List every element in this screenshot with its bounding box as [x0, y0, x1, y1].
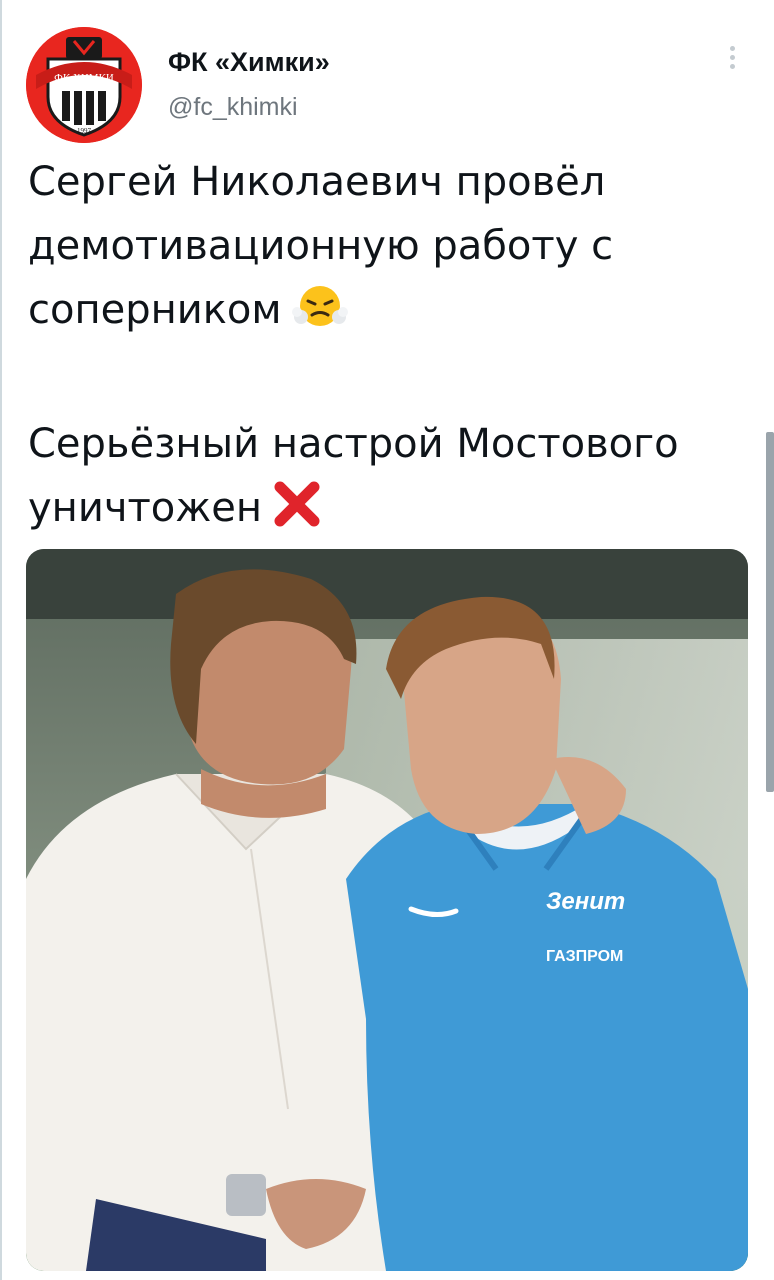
tweet-line: уничтожен [28, 476, 748, 546]
club-logo-icon: ФК ХИМКИ 1997 [26, 27, 142, 143]
avatar-logo-text: ФК ХИМКИ [54, 72, 114, 84]
tweet-line-text: уничтожен [28, 485, 263, 531]
cross-mark-icon [272, 481, 322, 546]
tweet-line: Серьёзный настрой Мостового [28, 421, 679, 467]
author-handle[interactable]: @fc_khimki [168, 92, 298, 122]
jersey-sponsor-text: ГАЗПРОМ [546, 948, 623, 965]
face-with-steam-icon [291, 279, 348, 348]
tweet-photo[interactable]: Зенит ГАЗПРОМ [26, 549, 748, 1271]
avatar[interactable]: ФК ХИМКИ 1997 [26, 27, 142, 143]
author-name[interactable]: ФК «Химки» [168, 46, 330, 78]
tweet-line: соперником [28, 278, 748, 348]
tweet-line: Сергей Николаевич провёл [28, 159, 606, 205]
tweet-line: демотивационную работу с [28, 223, 614, 269]
avatar-logo-year: 1997 [77, 127, 92, 135]
photo-illustration: Зенит ГАЗПРОМ [26, 549, 748, 1271]
scrollbar[interactable] [766, 432, 774, 792]
tweet-text: Сергей Николаевич провёл демотивационную… [28, 150, 748, 546]
frame-border [0, 0, 2, 1280]
jersey-logo-text: Зенит [546, 888, 625, 915]
tweet-line-text: соперником [28, 287, 282, 333]
more-options-icon[interactable] [722, 42, 742, 82]
